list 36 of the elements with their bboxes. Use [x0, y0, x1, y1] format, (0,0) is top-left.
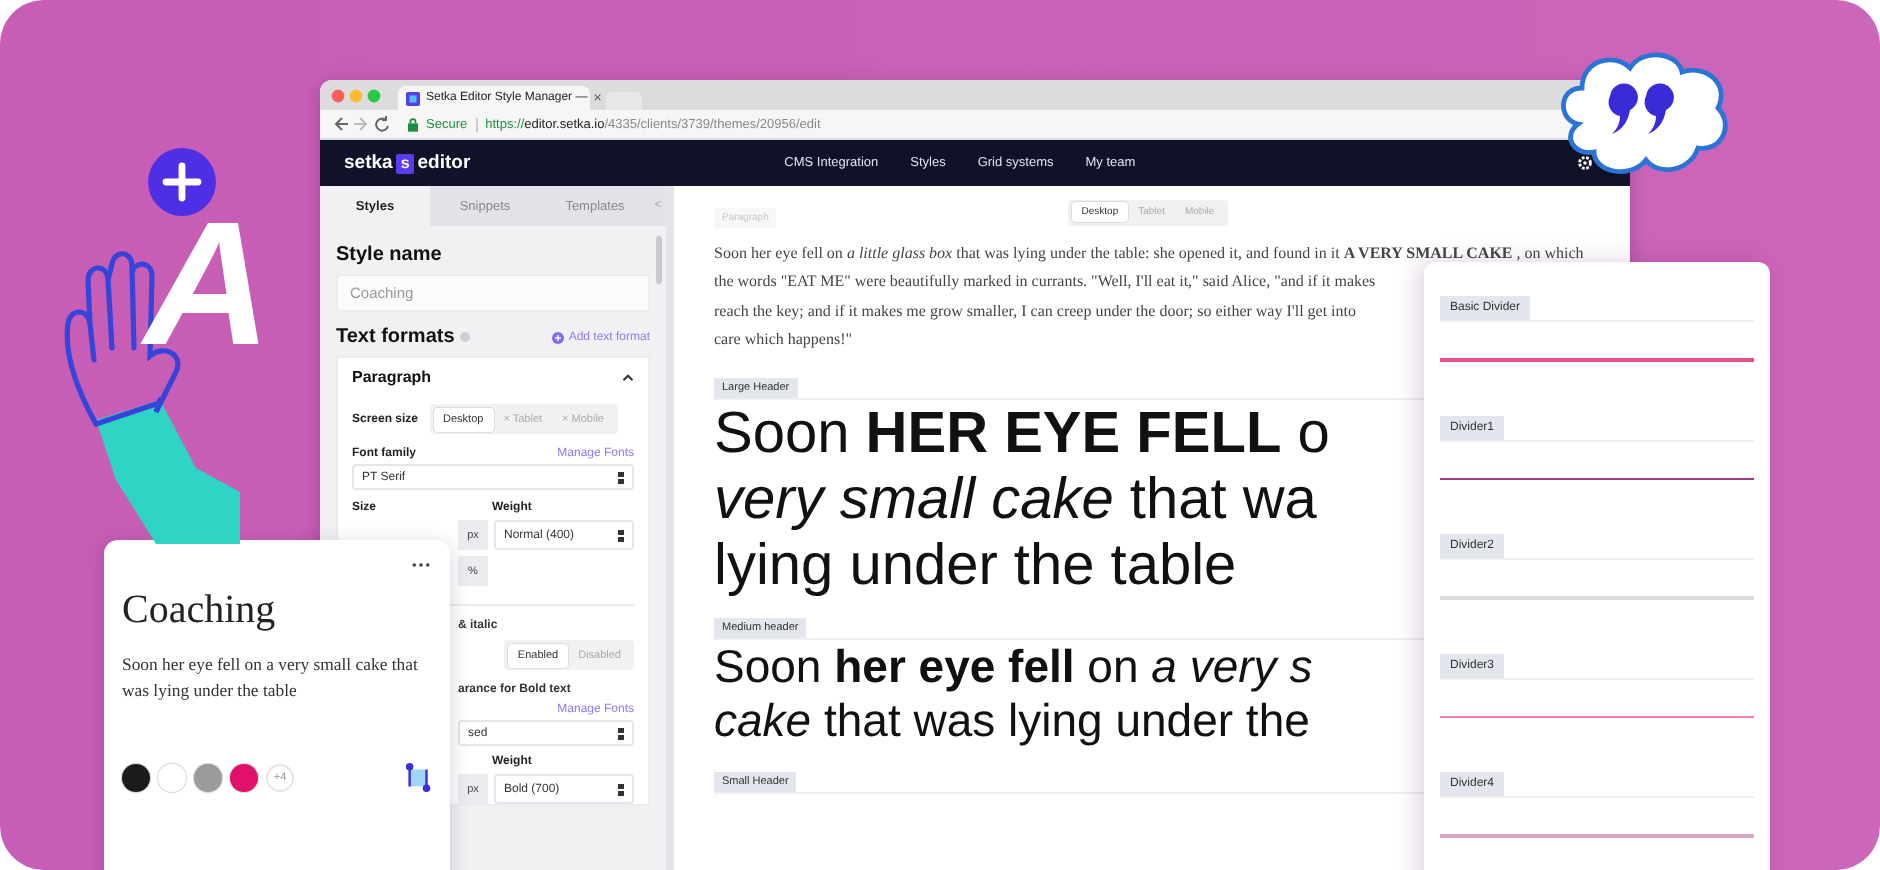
color-swatch[interactable]: [194, 763, 222, 791]
help-icon[interactable]: [460, 332, 471, 342]
style-title: Coaching: [122, 588, 278, 634]
settings-icon[interactable]: [1576, 154, 1594, 172]
navigation-arrows-icon[interactable]: [332, 116, 392, 132]
format-title: Paragraph: [352, 368, 432, 386]
header-line: Soon her eye fell on a very s: [714, 640, 1313, 695]
logo-mark: s: [396, 153, 414, 173]
window-controls-icon[interactable]: [330, 87, 382, 103]
divider-line[interactable]: [1440, 715, 1754, 718]
plus-icon: [552, 331, 565, 343]
header-line: very small cake that wa: [714, 468, 1317, 533]
paragraph-line: care which happens!": [714, 327, 853, 352]
scrollbar-thumb[interactable]: [656, 236, 662, 284]
more-icon[interactable]: [412, 562, 430, 568]
text-selection-icon: [404, 762, 434, 792]
header-line: lying under the table: [714, 534, 1237, 599]
color-swatch[interactable]: [122, 763, 150, 791]
paragraph-line: reach the key; and if it makes me grow smaller, I can creep under the door; so either way I'll get into: [714, 299, 1357, 324]
logo-text: setka: [344, 152, 393, 174]
caret-icon[interactable]: [622, 373, 634, 381]
decorative-letter: A: [144, 220, 272, 347]
favicon-icon: [406, 91, 420, 105]
section-title: Text formats: [336, 326, 455, 348]
paragraph-line: Soon her eye fell on a little glass box that was lying under the table: she opened it, and found in it A VERY SMALL CAKE , on which: [714, 242, 1584, 266]
header-line: cake that was lying under the: [714, 694, 1310, 749]
lock-icon: [408, 117, 418, 131]
header-line: Soon HER EYE FELL o: [714, 402, 1330, 467]
color-swatch[interactable]: [230, 763, 258, 791]
paragraph-line: the words "EAT ME" were beautifully marked in currants. "Well, I'll eat it," said Alice, "and if it makes: [714, 270, 1376, 295]
color-swatch[interactable]: [158, 763, 186, 791]
divider-line[interactable]: [1440, 477, 1754, 480]
section-title: Style name: [336, 244, 444, 266]
style-sample-text: Soon her eye fell on a very small cake that was lying under the table: [122, 652, 420, 704]
plus-icon: [148, 148, 216, 216]
logo-text: editor: [417, 152, 471, 174]
